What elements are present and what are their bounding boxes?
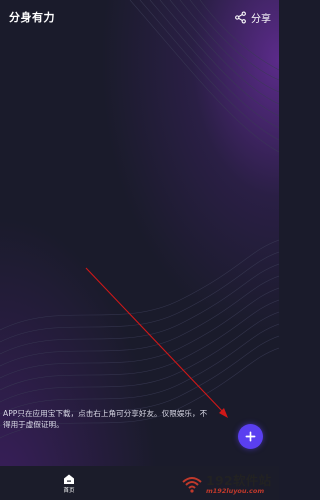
nav-item-label: 首页 [63, 488, 75, 494]
plus-icon [245, 431, 256, 442]
app-title: 分身有力 [9, 11, 55, 24]
share-label: 分享 [251, 13, 271, 25]
watermark-main: 192软件站 [206, 472, 272, 488]
app-screen: 分身有力 分享 APP只在应用宝下载，点击右上角可分享好友。仅限娱乐，不得用于虚… [0, 0, 279, 500]
nav-item-home[interactable]: 首页 [56, 473, 82, 497]
add-clone-button[interactable] [238, 424, 263, 449]
top-bar: 分身有力 分享 [0, 0, 279, 34]
home-icon [64, 474, 74, 484]
watermark-sub: m192luyou.com [206, 486, 265, 495]
share-icon [235, 11, 246, 23]
share-button[interactable]: 分享 [234, 10, 271, 25]
site-watermark: 192软件站 m192luyou.com [180, 470, 277, 498]
wifi-logo-icon [182, 477, 202, 493]
notice-text: APP只在应用宝下载，点击右上角可分享好友。仅限娱乐，不得用于虚假证明。 [3, 409, 208, 429]
